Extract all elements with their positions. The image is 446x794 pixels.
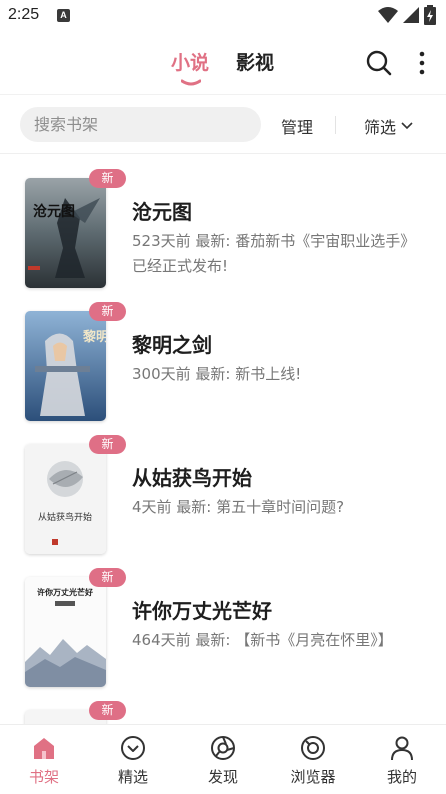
search-icon[interactable] (365, 49, 393, 77)
book-cover[interactable]: 黎明之剑 (25, 311, 106, 421)
book-title: 沧元图 (132, 200, 192, 224)
profile-icon (391, 736, 413, 761)
bookshelf-toolbar: 管理 筛选 (0, 95, 446, 153)
cover-title: 许你万丈光芒好 (37, 587, 93, 597)
new-badge: 新 (89, 302, 126, 321)
compass-icon (121, 736, 145, 760)
book-cover[interactable]: 许你万丈光芒好 (25, 577, 106, 687)
status-bar: 2:25 A (0, 0, 446, 30)
cover-title: 沧元图 (33, 203, 75, 220)
filter-button[interactable]: 筛选 (364, 114, 414, 138)
new-badge: 新 (89, 568, 126, 587)
search-input[interactable] (20, 107, 261, 142)
top-header: 小说 影视 (0, 30, 446, 94)
filter-label: 筛选 (364, 118, 397, 137)
home-icon (34, 738, 54, 759)
nav-bookshelf[interactable]: 书架 (4, 735, 84, 787)
new-badge: 新 (89, 435, 126, 454)
nav-label: 发现 (207, 768, 238, 786)
book-item[interactable]: 沧元图 新 沧元图 523天前 最新: 番茄新书《宇宙职业选手》已经正式发布! (0, 154, 446, 288)
book-latest-update: 300天前 最新: 新书上线! (132, 365, 302, 383)
bookshelf-search[interactable] (20, 107, 261, 142)
book-cover[interactable]: 从姑获鸟开始 (25, 444, 106, 554)
nav-profile[interactable]: 我的 (362, 735, 442, 787)
book-item[interactable]: 黎明之剑 新 黎明之剑 300天前 最新: 新书上线! (0, 287, 446, 421)
book-item[interactable]: 新 (0, 686, 446, 724)
book-item[interactable]: 许你万丈光芒好 新 许你万丈光芒好 464天前 最新: 【新书《月亮在怀里》】 (0, 553, 446, 687)
new-badge: 新 (89, 701, 126, 720)
book-latest-update: 464天前 最新: 【新书《月亮在怀里》】 (132, 631, 393, 649)
book-title: 黎明之剑 (132, 333, 212, 357)
book-cover[interactable]: 沧元图 (25, 178, 106, 288)
browser-icon (301, 736, 325, 760)
divider (335, 116, 336, 134)
tab-video[interactable]: 影视 (236, 48, 274, 75)
tab-active-indicator (181, 79, 201, 86)
tab-novel[interactable]: 小说 (171, 48, 209, 75)
book-latest-update: 523天前 最新: 番茄新书《宇宙职业选手》已经正式发布! (132, 232, 416, 275)
nav-label: 我的 (386, 768, 417, 786)
notification-icon: A (57, 9, 70, 22)
book-latest-update: 4天前 最新: 第五十章时间问题? (132, 498, 345, 516)
chevron-down-icon (401, 122, 413, 130)
nav-discover[interactable]: 发现 (183, 735, 263, 787)
status-time: 2:25 (8, 6, 40, 23)
nav-featured[interactable]: 精选 (93, 735, 173, 787)
cover-title: 从姑获鸟开始 (38, 511, 92, 523)
book-item[interactable]: 从姑获鸟开始 新 从姑获鸟开始 4天前 最新: 第五十章时间问题? (0, 420, 446, 554)
discover-icon (211, 736, 235, 760)
bookshelf-list: 沧元图 新 沧元图 523天前 最新: 番茄新书《宇宙职业选手》已经正式发布! … (0, 154, 446, 724)
cover-title: 黎明之剑 (83, 329, 106, 345)
nav-browser[interactable]: 浏览器 (273, 735, 353, 787)
battery-icon (424, 5, 436, 25)
nav-label: 浏览器 (290, 768, 336, 786)
nav-label: 精选 (117, 768, 148, 786)
manage-button[interactable]: 管理 (281, 114, 313, 138)
bottom-navigation: 书架 精选 发现 浏览器 我的 (0, 724, 446, 794)
wifi-icon (378, 7, 398, 23)
book-title: 从姑获鸟开始 (132, 466, 252, 490)
new-badge: 新 (89, 169, 126, 188)
status-icons (378, 5, 436, 25)
book-title: 许你万丈光芒好 (132, 599, 272, 623)
nav-label: 书架 (28, 768, 59, 786)
more-options-icon[interactable] (414, 49, 430, 77)
signal-icon (403, 7, 419, 23)
